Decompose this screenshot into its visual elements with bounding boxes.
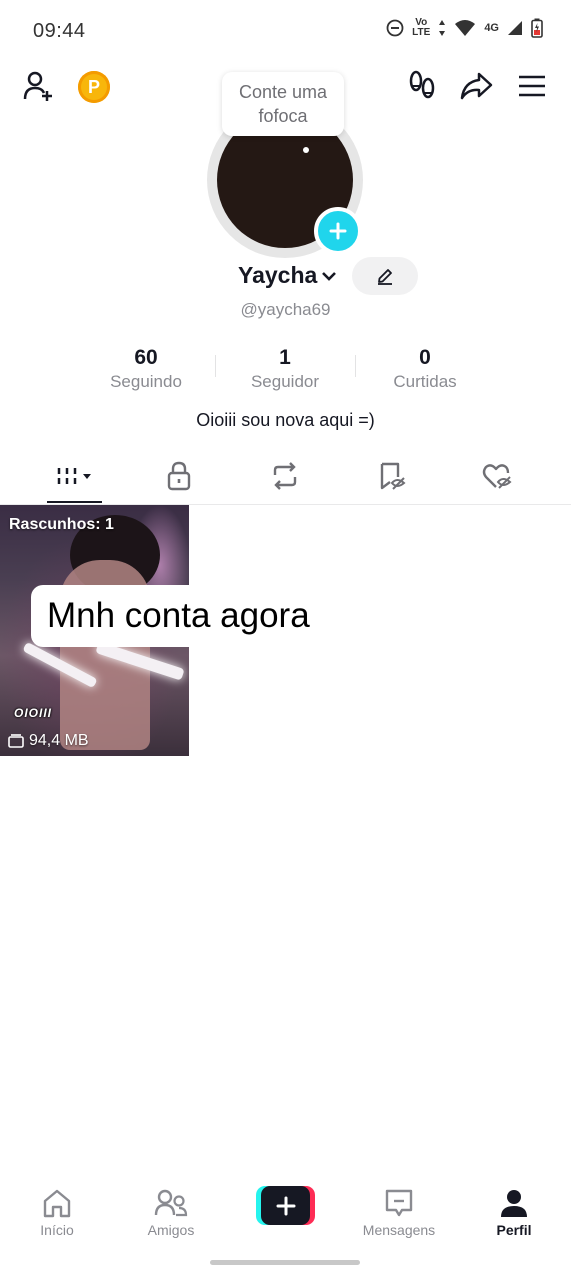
content-tabs bbox=[0, 452, 571, 504]
status-time: 09:44 bbox=[33, 20, 86, 42]
nav-messages[interactable]: Mensagens bbox=[349, 1188, 449, 1238]
thumbnail-overlay-text: OIOIII bbox=[14, 706, 53, 720]
pencil-icon bbox=[378, 269, 392, 285]
caption-overlay: Mnh conta agora bbox=[31, 585, 354, 647]
add-friend-button[interactable] bbox=[21, 68, 57, 104]
menu-button[interactable] bbox=[514, 68, 550, 104]
draft-size-text: 94,4 MB bbox=[29, 732, 89, 749]
active-tab-indicator bbox=[47, 501, 102, 503]
nav-label: Mensagens bbox=[362, 1222, 436, 1238]
footprints-icon bbox=[409, 70, 435, 99]
profile-icon bbox=[501, 1190, 527, 1217]
stat-value: 1 bbox=[279, 346, 291, 369]
username-switcher[interactable]: Yaycha bbox=[238, 262, 337, 289]
signal-icon bbox=[508, 21, 522, 35]
stat-followers[interactable]: 1 Seguidor bbox=[215, 346, 355, 392]
wifi-icon bbox=[455, 20, 476, 36]
plus-icon bbox=[276, 1196, 295, 1215]
nav-label: Início bbox=[40, 1222, 74, 1238]
hidden-bookmark-icon bbox=[380, 462, 406, 490]
username: Yaycha bbox=[238, 262, 318, 288]
nav-home[interactable]: Início bbox=[7, 1188, 107, 1238]
tab-private[interactable] bbox=[149, 452, 209, 500]
tooltip-text: Conte uma fofoca bbox=[238, 82, 328, 126]
storage-icon bbox=[8, 734, 24, 748]
volte-bottom-text: LTE bbox=[412, 27, 431, 38]
stat-likes[interactable]: 0 Curtidas bbox=[355, 346, 495, 392]
nav-label: Amigos bbox=[147, 1222, 195, 1238]
status-icons: Vo LTE 4G bbox=[386, 18, 543, 38]
create-button[interactable] bbox=[256, 1186, 315, 1225]
edit-profile-button[interactable] bbox=[352, 257, 418, 295]
footprints-button[interactable] bbox=[404, 68, 440, 104]
stat-label: Seguidor bbox=[250, 372, 320, 391]
nav-friends[interactable]: Amigos bbox=[121, 1188, 221, 1238]
stat-value: 60 bbox=[134, 346, 158, 369]
stat-following[interactable]: 60 Seguindo bbox=[76, 346, 216, 392]
tab-liked[interactable] bbox=[467, 452, 527, 500]
home-indicator[interactable] bbox=[210, 1260, 360, 1265]
inbox-icon bbox=[385, 1189, 413, 1217]
tooltip-dot bbox=[303, 147, 309, 153]
draft-size: 94,4 MB bbox=[8, 732, 89, 750]
add-friend-icon bbox=[23, 71, 52, 101]
coin-letter: P bbox=[87, 76, 100, 97]
tab-videos[interactable] bbox=[45, 452, 105, 500]
do-not-disturb-icon bbox=[386, 19, 404, 37]
chevron-down-icon bbox=[322, 271, 337, 281]
battery-charging-icon bbox=[531, 18, 543, 38]
friends-icon bbox=[154, 1189, 188, 1217]
bio: Oioiii sou nova aqui =) bbox=[196, 410, 375, 430]
repost-icon bbox=[273, 462, 297, 490]
drafts-count: Rascunhos: 1 bbox=[9, 516, 114, 533]
nav-profile[interactable]: Perfil bbox=[464, 1188, 564, 1238]
lock-icon bbox=[167, 461, 191, 491]
note-tooltip[interactable]: Conte uma fofoca bbox=[222, 72, 344, 136]
stat-value: 0 bbox=[419, 346, 431, 369]
menu-icon bbox=[519, 75, 545, 97]
stat-label: Curtidas bbox=[393, 372, 457, 391]
data-arrows-icon bbox=[439, 20, 446, 36]
grid-icon bbox=[57, 468, 91, 484]
avatar-add-button[interactable] bbox=[314, 207, 362, 255]
nav-label: Perfil bbox=[496, 1222, 532, 1238]
network-type: 4G bbox=[484, 22, 499, 34]
hidden-heart-icon bbox=[482, 464, 512, 489]
coin-icon[interactable]: P bbox=[78, 71, 110, 103]
stat-label: Seguindo bbox=[110, 372, 182, 391]
create-button-face bbox=[261, 1186, 310, 1225]
home-icon bbox=[43, 1189, 71, 1218]
share-icon bbox=[460, 72, 493, 100]
tab-reposts[interactable] bbox=[255, 452, 315, 500]
plus-icon bbox=[329, 222, 347, 240]
tab-saved[interactable] bbox=[362, 452, 422, 500]
handle: @yaycha69 bbox=[240, 300, 331, 319]
share-button[interactable] bbox=[458, 68, 494, 104]
volte-icon: Vo LTE bbox=[412, 18, 430, 38]
